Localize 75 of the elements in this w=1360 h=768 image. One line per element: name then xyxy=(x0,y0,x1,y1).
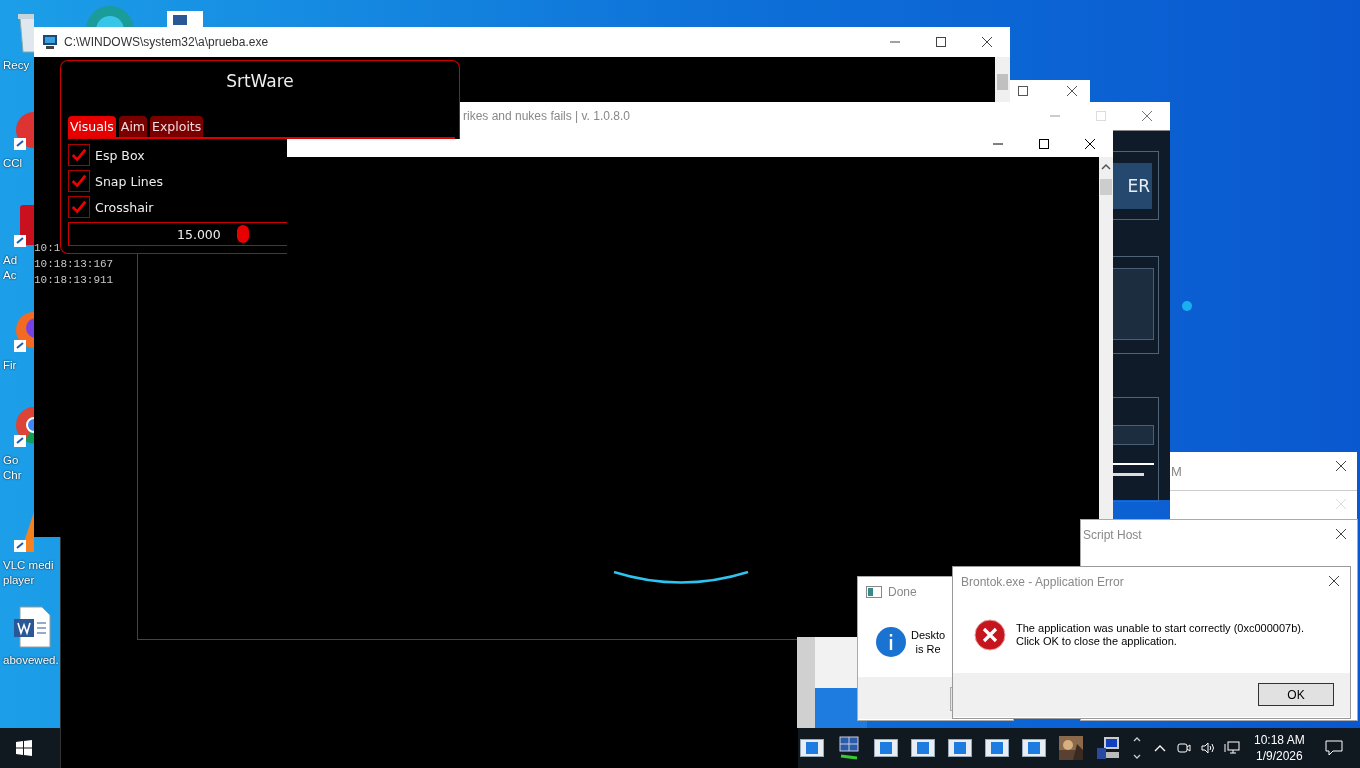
log-line: 10:18:13:911 xyxy=(34,273,114,288)
window-title: C:\WINDOWS\system32\a\prueba.exe xyxy=(64,35,269,49)
dot-icon xyxy=(1182,301,1192,311)
window-title: Done xyxy=(888,585,917,599)
icon-label: Go xyxy=(3,453,19,468)
arrow-up-icon[interactable] xyxy=(1101,163,1111,171)
icon-label: Recy xyxy=(3,58,30,73)
slider-thumb[interactable] xyxy=(237,225,250,243)
checkbox[interactable] xyxy=(68,144,90,166)
volume-icon[interactable] xyxy=(1200,740,1216,756)
option-label: Crosshair xyxy=(95,199,154,215)
action-button[interactable]: ER xyxy=(1110,162,1152,209)
icon-label: VLC medi xyxy=(3,558,54,573)
icon-label: Chr xyxy=(3,468,22,483)
error-icon xyxy=(974,619,1006,651)
close-icon[interactable] xyxy=(1335,460,1347,472)
icon-label: abovewed. xyxy=(3,653,59,668)
clock-time: 10:18 AM xyxy=(1254,732,1305,748)
icon-label: Ac xyxy=(3,268,17,283)
checkbox[interactable] xyxy=(68,170,90,192)
error-message: Click OK to close the application. xyxy=(1016,635,1178,648)
network-icon[interactable] xyxy=(837,736,861,760)
clock[interactable]: 10:18 AM 1/9/2026 xyxy=(1254,732,1305,764)
message-text: is Re xyxy=(915,642,941,656)
clock-date: 1/9/2026 xyxy=(1256,748,1303,764)
network-icon[interactable] xyxy=(1224,740,1240,756)
word-document-icon[interactable] xyxy=(12,605,52,649)
info-icon xyxy=(876,627,906,657)
window-icon[interactable] xyxy=(874,736,898,760)
option-label: Snap Lines xyxy=(95,173,163,189)
window-icon[interactable] xyxy=(985,736,1009,760)
close-icon[interactable] xyxy=(1066,85,1078,97)
window-title: M xyxy=(1171,463,1182,479)
computer-icon[interactable] xyxy=(1096,736,1120,760)
scrollbar-thumb[interactable] xyxy=(1100,179,1112,195)
tab[interactable]: Aim xyxy=(118,116,148,137)
log-line: 10:1 xyxy=(34,241,62,256)
window-icon[interactable] xyxy=(911,736,935,760)
window-title: Brontok.exe - Application Error xyxy=(961,575,1124,589)
maximize-icon[interactable] xyxy=(1017,85,1029,97)
tab[interactable]: Visuals xyxy=(68,116,116,137)
window-title: rikes and nukes fails | v. 1.0.8.0 xyxy=(463,109,630,123)
option-label: Esp Box xyxy=(95,147,145,163)
close-icon[interactable] xyxy=(1084,137,1096,150)
window-icon xyxy=(866,584,882,600)
window-icon[interactable] xyxy=(800,736,824,760)
error-message: The application was unable to start correctly (0xc000007b). xyxy=(1016,622,1304,635)
monitor-icon xyxy=(42,34,58,50)
icon-label: Ad xyxy=(3,253,18,268)
icon-label: CCl xyxy=(3,156,23,171)
message-text: Deskto xyxy=(911,628,946,642)
panel-title: SrtWare xyxy=(225,71,295,91)
tab[interactable]: Exploits xyxy=(150,116,204,137)
window-icon[interactable] xyxy=(948,736,972,760)
close-icon[interactable] xyxy=(981,36,993,48)
camera-icon[interactable] xyxy=(1176,740,1192,756)
icon-label: Fir xyxy=(3,358,17,373)
scrollbar[interactable] xyxy=(1099,157,1113,522)
slider-value: 15.000 xyxy=(177,226,221,242)
maximize-icon[interactable] xyxy=(1038,137,1050,150)
scrollbar-thumb[interactable] xyxy=(997,74,1008,90)
scrollbar[interactable] xyxy=(995,57,1010,102)
close-icon[interactable] xyxy=(1328,575,1340,587)
document-icon[interactable] xyxy=(165,9,205,27)
windows-logo-icon[interactable] xyxy=(16,740,32,756)
window-title: Script Host xyxy=(1083,528,1142,542)
log-line: 10:18:13:167 xyxy=(34,257,114,272)
slider[interactable]: 15.000 xyxy=(68,222,287,246)
notification-icon[interactable] xyxy=(1324,740,1343,756)
checkbox[interactable] xyxy=(68,196,90,218)
maximize-icon[interactable] xyxy=(935,36,947,48)
icon-label: player xyxy=(3,573,35,588)
window-icon[interactable] xyxy=(1022,736,1046,760)
close-icon[interactable] xyxy=(1335,528,1347,540)
ok-button[interactable]: OK xyxy=(1258,683,1334,706)
